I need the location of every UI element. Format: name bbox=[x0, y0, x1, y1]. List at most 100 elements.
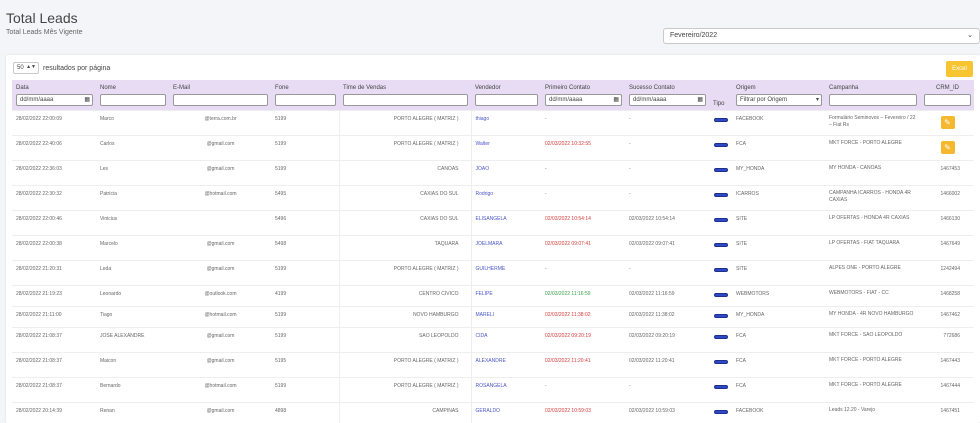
edit-icon[interactable]: ✎ bbox=[940, 115, 955, 129]
col-data[interactable]: Data dd/mm/aaaa ▦ bbox=[12, 80, 96, 110]
cell-crm: 1467453 bbox=[920, 159, 974, 185]
tipo-badge-icon bbox=[714, 167, 728, 172]
cell-data: 28/02/2022 22:30:32 bbox=[12, 184, 96, 210]
cell-fone: 5199 bbox=[271, 305, 339, 327]
edit-icon[interactable]: ✎ bbox=[940, 140, 955, 154]
tipo-badge-icon bbox=[714, 409, 728, 414]
table-row[interactable]: 28/02/2022 21:20:31 Leda @gmail.com 5199 POR… bbox=[12, 259, 974, 285]
col-sucesso-label: Sucesso Contato bbox=[629, 85, 675, 91]
cell-campanha: ALPES ONE - PORTO ALEGRE bbox=[825, 259, 920, 285]
cell-sucesso: 02/03/2022 11:16:59 bbox=[625, 284, 709, 306]
cell-data: 28/02/2022 20:14:39 bbox=[12, 401, 96, 423]
cell-vendedor[interactable]: CIDA bbox=[471, 326, 541, 352]
cell-primeiro: - bbox=[541, 184, 625, 210]
filter-vendedor[interactable] bbox=[475, 94, 538, 106]
col-nome[interactable]: Nome bbox=[96, 80, 169, 110]
cell-email: @terra.com.br bbox=[169, 109, 271, 135]
cell-vendedor[interactable]: ELISANGELA bbox=[471, 209, 541, 235]
col-crm[interactable]: CRM_ID bbox=[920, 80, 974, 110]
month-select[interactable]: Fevereiro/2022 ⌄ bbox=[663, 28, 980, 44]
table-row[interactable]: 28/02/2022 22:30:32 Patrícia @hotmail.com 5… bbox=[12, 184, 974, 210]
filter-sucesso[interactable]: dd/mm/aaaa ▦ bbox=[629, 94, 706, 106]
filter-nome[interactable] bbox=[100, 94, 166, 106]
cell-campanha: CAMPANHA ICARROS - HONDA 4R CAXIAS bbox=[825, 184, 920, 210]
table-row[interactable]: 28/02/2022 22:00:38 Marcelo @gmail.com 5498… bbox=[12, 234, 974, 260]
filter-data[interactable]: dd/mm/aaaa ▦ bbox=[16, 94, 93, 106]
tipo-badge-icon bbox=[714, 384, 728, 389]
col-vendedor[interactable]: Vendedor bbox=[471, 80, 541, 110]
col-time[interactable]: Time de Vendas bbox=[339, 80, 471, 110]
table-row[interactable]: 28/02/2022 21:08:37 Maicon @gmail.com 5195 P… bbox=[12, 351, 974, 377]
cell-crm: 1468258 bbox=[920, 284, 974, 306]
tipo-badge-icon bbox=[714, 117, 728, 122]
filter-fone[interactable] bbox=[275, 94, 336, 106]
col-primeiro[interactable]: Primeiro Contato dd/mm/aaaa ▦ bbox=[541, 80, 625, 110]
col-fone[interactable]: Fone bbox=[271, 80, 339, 110]
cell-nome: Tiago bbox=[96, 305, 169, 327]
table-row[interactable]: 28/02/2022 22:00:09 Marco @terra.com.br 519… bbox=[12, 109, 974, 135]
cell-vendedor[interactable]: JOELMARA bbox=[471, 234, 541, 260]
filter-primeiro-placeholder: dd/mm/aaaa bbox=[549, 97, 583, 103]
cell-vendedor[interactable]: thiago bbox=[471, 109, 541, 135]
filter-data-placeholder: dd/mm/aaaa bbox=[20, 97, 54, 103]
cell-vendedor[interactable]: GERALDO bbox=[471, 401, 541, 423]
cell-vendedor[interactable]: JOAO bbox=[471, 159, 541, 185]
cell-primeiro: 02/03/2022 09:20:19 bbox=[541, 326, 625, 352]
cell-data: 28/02/2022 21:08:37 bbox=[12, 326, 96, 352]
cell-crm: 1467443 bbox=[920, 351, 974, 377]
table-row[interactable]: 28/02/2022 22:00:46 Vinicius 5496 CAXIAS DO… bbox=[12, 209, 974, 235]
col-tipo[interactable]: Tipo bbox=[709, 80, 732, 110]
cell-vendedor[interactable]: FELIPE bbox=[471, 284, 541, 306]
col-fone-label: Fone bbox=[275, 85, 289, 91]
cell-sucesso: - bbox=[625, 376, 709, 402]
cell-primeiro: - bbox=[541, 259, 625, 285]
cell-crm: 772686 bbox=[920, 326, 974, 352]
month-select-value: Fevereiro/2022 bbox=[670, 32, 718, 39]
chevron-down-icon: ⌄ bbox=[967, 32, 973, 39]
cell-fone: 5496 bbox=[271, 209, 339, 235]
table-row[interactable]: 28/02/2022 21:08:37 JOSE ALEXANDRE @gmail.… bbox=[12, 326, 974, 352]
table-row[interactable]: 28/02/2022 21:19:23 Leonardo @outlook.com 4… bbox=[12, 284, 974, 306]
cell-vendedor[interactable]: Walter bbox=[471, 134, 541, 160]
table-row[interactable]: 28/02/2022 20:14:39 Renan @gmail.com 4898 CA… bbox=[12, 401, 974, 423]
cell-vendedor[interactable]: Rodrigo bbox=[471, 184, 541, 210]
cell-nome: Bernardo bbox=[96, 376, 169, 402]
table-row[interactable]: 28/02/2022 21:11:00 Tiago @hotmail.com 5199… bbox=[12, 305, 974, 327]
cell-fone: 5199 bbox=[271, 159, 339, 185]
col-sucesso[interactable]: Sucesso Contato dd/mm/aaaa ▦ bbox=[625, 80, 709, 110]
table-row[interactable]: 28/02/2022 22:36:03 Les @gmail.com 5199 CANO… bbox=[12, 159, 974, 185]
filter-crm[interactable] bbox=[924, 94, 971, 106]
cell-origem: FCA bbox=[732, 134, 825, 160]
cell-vendedor[interactable]: GUILHERME bbox=[471, 259, 541, 285]
filter-email[interactable] bbox=[173, 94, 268, 106]
cell-crm: 1466002 bbox=[920, 184, 974, 210]
col-origem[interactable]: Origem Filtrar por Origem ▾ bbox=[732, 80, 825, 110]
filter-time[interactable] bbox=[343, 94, 468, 106]
cell-data: 28/02/2022 22:40:06 bbox=[12, 134, 96, 160]
cell-tipo bbox=[709, 351, 732, 377]
cell-campanha: MKT FORCE - PORTO ALEGRE bbox=[825, 351, 920, 377]
filter-origem[interactable]: Filtrar por Origem ▾ bbox=[736, 94, 822, 106]
cell-vendedor[interactable]: MARELI bbox=[471, 305, 541, 327]
cell-origem: FCA bbox=[732, 376, 825, 402]
page-title: Total Leads bbox=[6, 10, 78, 26]
filter-primeiro[interactable]: dd/mm/aaaa ▦ bbox=[545, 94, 622, 106]
cell-vendedor[interactable]: ROSANGELA bbox=[471, 376, 541, 402]
col-campanha[interactable]: Campanha bbox=[825, 80, 920, 110]
filter-sucesso-placeholder: dd/mm/aaaa bbox=[633, 97, 667, 103]
cell-primeiro: 02/03/2022 11:20:41 bbox=[541, 351, 625, 377]
col-email[interactable]: E-Mail bbox=[169, 80, 271, 110]
col-origem-label: Origem bbox=[736, 85, 756, 91]
cell-sucesso: 02/03/2022 09:07:41 bbox=[625, 234, 709, 260]
cell-tipo bbox=[709, 134, 732, 160]
cell-time: PORTO ALEGRE ( MATRIZ ) bbox=[338, 351, 472, 377]
cell-email: @hotmail.com bbox=[169, 184, 271, 210]
table-row[interactable]: 28/02/2022 21:08:37 Bernardo @hotmail.com 5… bbox=[12, 376, 974, 402]
tipo-badge-icon bbox=[714, 267, 728, 272]
table-row[interactable]: 28/02/2022 22:40:06 Carlos @gmail.com 5199 P… bbox=[12, 134, 974, 160]
cell-vendedor[interactable]: ALEXANDRE bbox=[471, 351, 541, 377]
filter-campanha[interactable] bbox=[829, 94, 917, 106]
excel-button[interactable]: Excel bbox=[946, 61, 973, 77]
cell-sucesso: - bbox=[625, 259, 709, 285]
length-select[interactable]: 50 ▲▼ bbox=[13, 62, 39, 74]
